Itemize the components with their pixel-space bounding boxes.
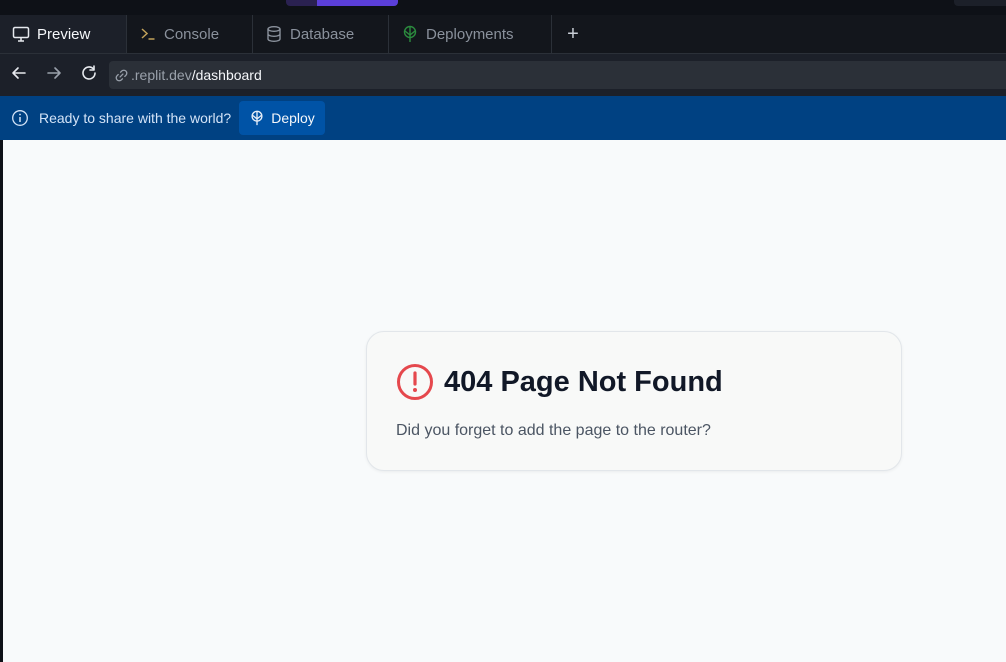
reload-button[interactable] bbox=[72, 59, 105, 91]
error-card-header: 404 Page Not Found bbox=[396, 363, 723, 401]
deploy-icon bbox=[249, 110, 265, 126]
alert-circle-icon bbox=[396, 363, 434, 401]
arrow-left-icon bbox=[10, 64, 28, 87]
reload-icon bbox=[80, 64, 98, 87]
deployments-icon bbox=[401, 25, 419, 43]
back-button[interactable] bbox=[2, 59, 35, 91]
tab-console-label: Console bbox=[164, 25, 220, 43]
database-icon bbox=[265, 25, 283, 43]
tab-database[interactable]: Database bbox=[253, 15, 389, 53]
error-title: 404 Page Not Found bbox=[444, 365, 723, 398]
top-strip-indicator-left bbox=[286, 0, 318, 6]
monitor-icon bbox=[12, 25, 30, 43]
arrow-right-icon bbox=[45, 64, 63, 87]
tab-database-label: Database bbox=[290, 25, 355, 43]
window-top-strip bbox=[0, 0, 1006, 15]
tab-console[interactable]: Console bbox=[127, 15, 253, 53]
terminal-icon bbox=[139, 25, 157, 43]
address-path: /dashboard bbox=[191, 67, 262, 83]
info-icon bbox=[11, 109, 29, 127]
link-icon bbox=[114, 68, 129, 83]
deploy-button-label: Deploy bbox=[271, 110, 315, 126]
tab-bar: Preview Console Database Deployments + bbox=[0, 15, 1006, 54]
tab-deployments-label: Deployments bbox=[426, 25, 514, 43]
error-description: Did you forget to add the page to the ro… bbox=[396, 422, 711, 439]
tab-preview-label: Preview bbox=[37, 25, 91, 43]
banner-message: Ready to share with the world? bbox=[39, 110, 232, 126]
address-domain: .replit.dev bbox=[131, 67, 192, 83]
forward-button[interactable] bbox=[37, 59, 70, 91]
add-tab-label: + bbox=[567, 22, 579, 45]
address-bar[interactable]: .replit.dev/dashboard bbox=[109, 61, 1006, 89]
preview-viewport: 404 Page Not Found Did you forget to add… bbox=[3, 140, 1006, 662]
error-card: 404 Page Not Found Did you forget to add… bbox=[366, 331, 902, 471]
tab-deployments[interactable]: Deployments bbox=[389, 15, 552, 53]
deploy-banner: Ready to share with the world? Deploy bbox=[0, 96, 1006, 140]
top-strip-indicator-active bbox=[317, 0, 398, 6]
tab-preview[interactable]: Preview bbox=[0, 15, 127, 53]
deploy-button[interactable]: Deploy bbox=[239, 101, 325, 135]
add-tab-button[interactable]: + bbox=[552, 15, 594, 53]
navigation-bar: .replit.dev/dashboard bbox=[0, 54, 1006, 96]
top-strip-indicator-right bbox=[954, 0, 1006, 6]
